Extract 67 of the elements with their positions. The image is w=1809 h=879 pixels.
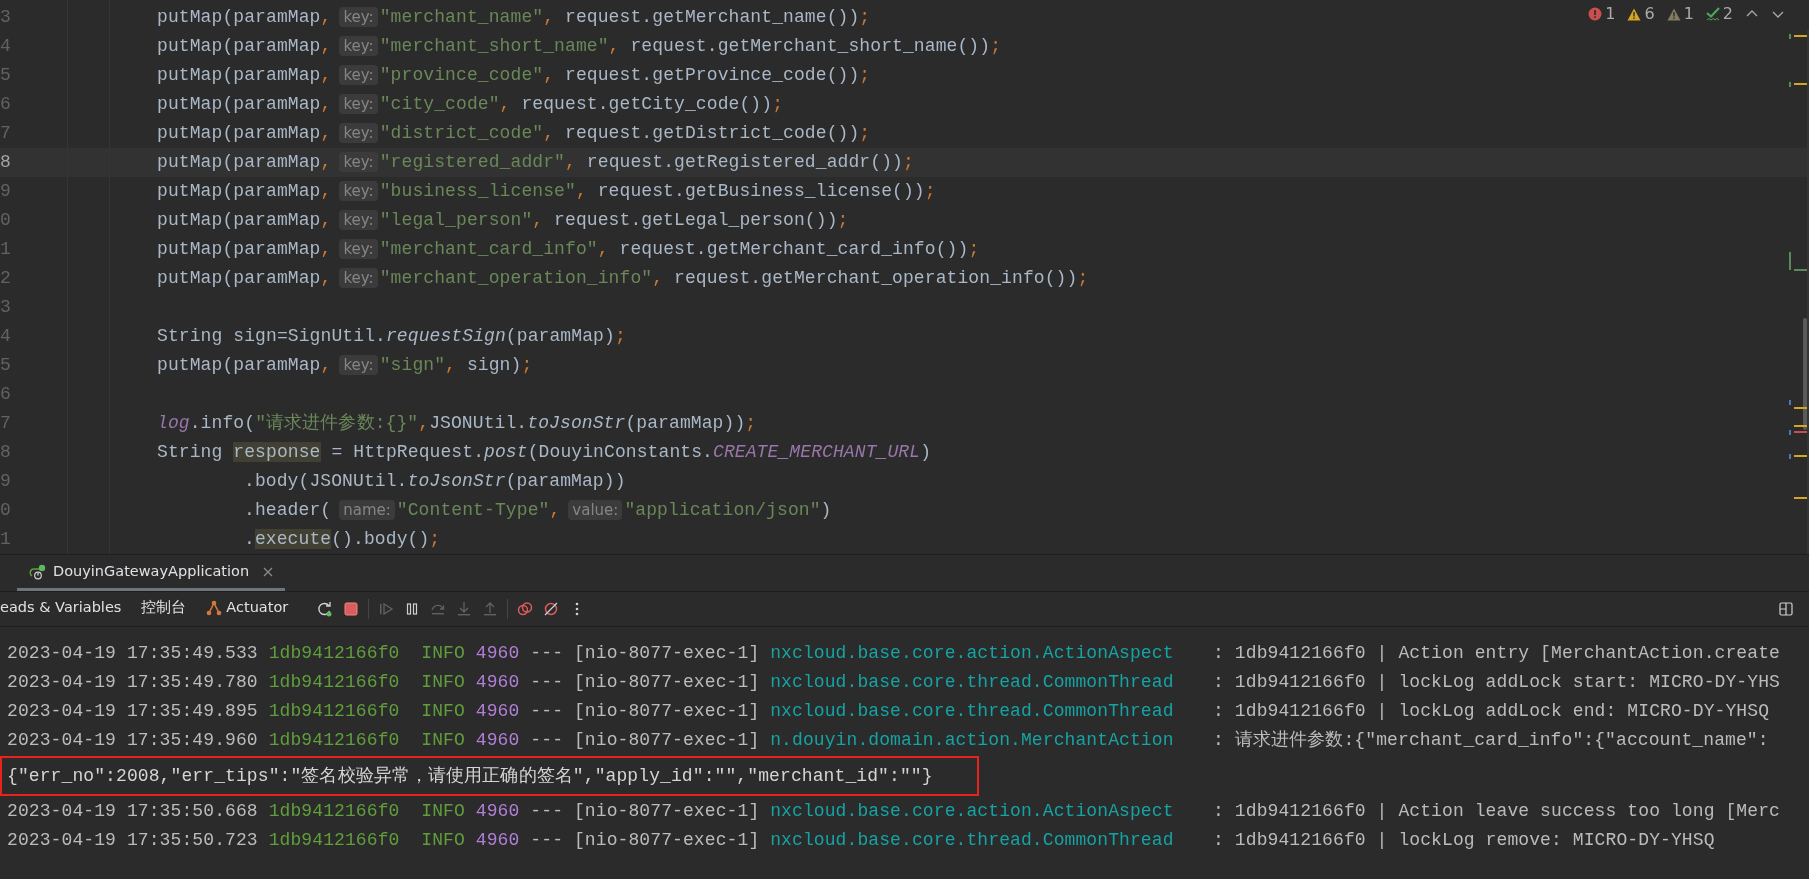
breakpoints-icon bbox=[517, 601, 534, 617]
check-icon bbox=[1705, 7, 1720, 21]
line-number: 8 bbox=[0, 151, 10, 174]
code-line: log.info("请求进件参数:{}",JSONUtil.toJsonStr(paramMap)); bbox=[157, 412, 757, 435]
nodes-icon bbox=[206, 600, 223, 616]
code-line: putMap(paramMap, key: "sign", sign); bbox=[157, 354, 533, 377]
code-line: putMap(paramMap, key: "registered_addr", request.getRegistered_addr()); bbox=[157, 151, 914, 174]
code-line: putMap(paramMap, key: "district_code", request.getDistrict_code()); bbox=[157, 122, 871, 145]
code-line: .execute().body(); bbox=[244, 528, 441, 551]
line-number: 9 bbox=[0, 180, 10, 203]
line-number: 2 bbox=[0, 267, 10, 290]
line-number: 9 bbox=[0, 470, 10, 493]
code-line: putMap(paramMap, key: "merchant_short_name", request.getMerchant_short_name()); bbox=[157, 35, 1002, 58]
line-number: 0 bbox=[0, 209, 10, 232]
more-icon bbox=[575, 602, 580, 616]
line-number: 6 bbox=[0, 93, 10, 116]
arrow-up-icon bbox=[482, 601, 499, 617]
line-number: 8 bbox=[0, 441, 10, 464]
weak-count[interactable]: 1 bbox=[1664, 2, 1696, 26]
resume-icon bbox=[378, 601, 395, 617]
split-panel-icon bbox=[1779, 602, 1793, 616]
line-number: 4 bbox=[0, 35, 10, 58]
warning-count[interactable]: 6 bbox=[1625, 2, 1657, 26]
code-line: putMap(paramMap, key: "legal_person", request.getLegal_person()); bbox=[157, 209, 849, 232]
line-number: 4 bbox=[0, 325, 10, 348]
line-number: 6 bbox=[0, 383, 10, 406]
code-line: putMap(paramMap, key: "merchant_operation_info", request.getMerchant_operation_info()); bbox=[157, 267, 1089, 290]
code-line: putMap(paramMap, key: "business_license", request.getBusiness_license()); bbox=[157, 180, 936, 203]
log-line: 2023-04-19 17:35:49.533 1db9412166f0 INFO 4960 --- [nio-8077-exec-1] nxcloud.base.core.action.ActionAspect : 1db9412166f0 | Action entry [MerchantAction.create bbox=[6, 642, 1781, 665]
code-line: String response = HttpRequest.post(DouyinConstants.CREATE_MERCHANT_URL) bbox=[157, 441, 932, 464]
log-line: 2023-04-19 17:35:50.723 1db9412166f0 INFO 4960 --- [nio-8077-exec-1] nxcloud.base.core.thread.CommonThread : 1db9412166f0 | lockLog remove: MICRO-DY-YHSQ bbox=[6, 829, 1716, 852]
close-icon[interactable] bbox=[263, 566, 274, 577]
log-line: 2023-04-19 17:35:49.895 1db9412166f0 INFO 4960 --- [nio-8077-exec-1] nxcloud.base.core.thread.CommonThread : 1db9412166f0 | lockLog addLock end: MICRO-DY-YHSQ bbox=[6, 700, 1771, 723]
warning-icon bbox=[1627, 7, 1642, 21]
app-run-icon bbox=[29, 563, 47, 580]
line-number: 3 bbox=[0, 6, 10, 29]
line-number: 5 bbox=[0, 354, 10, 377]
line-number: 7 bbox=[0, 122, 10, 145]
log-line: 2023-04-19 17:35:49.960 1db9412166f0 INFO 4960 --- [nio-8077-exec-1] n.douyin.domain.action.MerchantAction : 请求进件参数:{"merchant_card_info":{"account_name": bbox=[6, 729, 1770, 752]
arrow-down-icon bbox=[456, 601, 473, 617]
code-line: putMap(paramMap, key: "province_code", request.getProvince_code()); bbox=[157, 64, 871, 87]
stop-icon bbox=[343, 601, 360, 617]
code-line: putMap(paramMap, key: "merchant_card_info", request.getMerchant_card_info()); bbox=[157, 238, 980, 261]
line-number: 3 bbox=[0, 296, 10, 319]
view-tab[interactable]: Actuator bbox=[196, 592, 299, 626]
error-count[interactable]: 1 bbox=[1586, 2, 1618, 26]
error-icon bbox=[1588, 7, 1603, 21]
console-output-line: {"err_no":2008,"err_tips":"签名校验异常，请使用正确的签名","apply_id":"","merchant_id":""} bbox=[7, 764, 933, 788]
line-number: 5 bbox=[0, 64, 10, 87]
log-line: 2023-04-19 17:35:50.668 1db9412166f0 INFO 4960 --- [nio-8077-exec-1] nxcloud.base.core.action.ActionAspect : 1db9412166f0 | Action leave success too long [Merc bbox=[6, 800, 1781, 823]
line-number: 0 bbox=[0, 499, 10, 522]
view-tab[interactable]: eads & Variables bbox=[0, 592, 132, 626]
line-number: 7 bbox=[0, 412, 10, 435]
rerun-icon bbox=[317, 601, 334, 617]
view-tab[interactable]: 控制台 bbox=[131, 592, 197, 626]
code-line: .header( name: "Content-Type", value: "application/json") bbox=[244, 499, 832, 522]
line-number: 1 bbox=[0, 238, 10, 261]
log-line: 2023-04-19 17:35:49.780 1db9412166f0 INFO 4960 --- [nio-8077-exec-1] nxcloud.base.core.thread.CommonThread : 1db9412166f0 | lockLog addLock start: MICRO-DY-YHS bbox=[6, 671, 1781, 694]
warning-icon bbox=[1666, 7, 1681, 21]
code-line: putMap(paramMap, key: "city_code", request.getCity_code()); bbox=[157, 93, 784, 116]
mute-breakpoints-icon bbox=[543, 601, 560, 617]
code-line: .body(JSONUtil.toJsonStr(paramMap)) bbox=[244, 470, 626, 493]
code-line: String sign=SignUtil.requestSign(paramMap); bbox=[157, 325, 626, 348]
run-tab[interactable]: DouyinGatewayApplication bbox=[17, 555, 286, 591]
line-number: 1 bbox=[0, 528, 10, 551]
typo-count[interactable]: 2 bbox=[1703, 2, 1735, 26]
code-line: putMap(paramMap, key: "merchant_name", request.getMerchant_name()); bbox=[157, 6, 871, 29]
